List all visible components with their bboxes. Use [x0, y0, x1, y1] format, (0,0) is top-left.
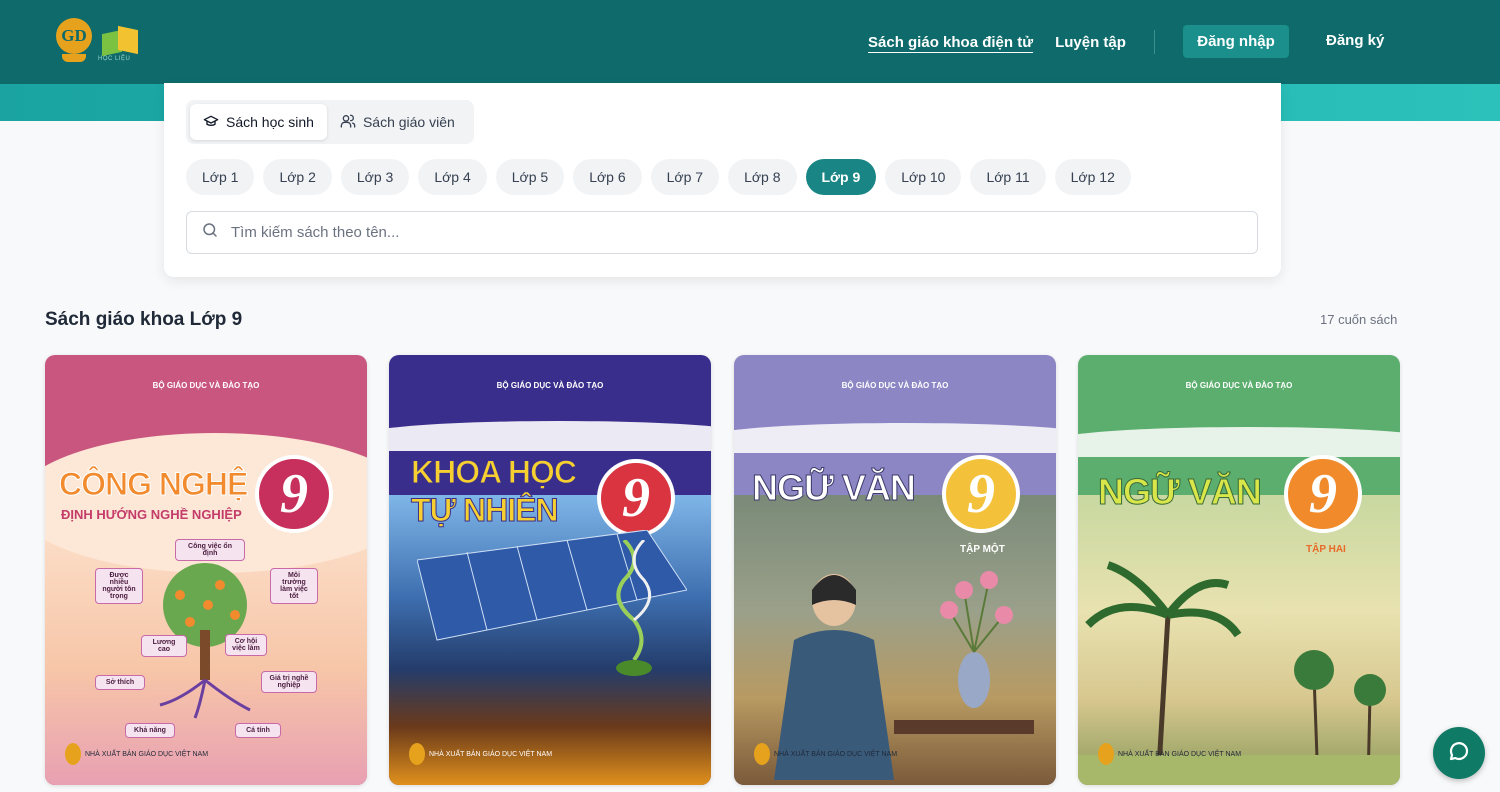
graduation-cap-icon	[203, 113, 219, 132]
cover-label: Sở thích	[95, 675, 145, 690]
section-title: Sách giáo khoa Lớp 9	[45, 309, 243, 330]
book-count: 17 cuốn sách	[1320, 312, 1398, 327]
login-button[interactable]: Đăng nhập	[1183, 25, 1289, 58]
cover-label: Lương cao	[141, 635, 187, 657]
cover-label: Môi trường làm việc tốt	[270, 568, 318, 604]
grade-selector: Lớp 1 Lớp 2 Lớp 3 Lớp 4 Lớp 5 Lớp 6 Lớp …	[186, 159, 1131, 195]
tab-student-books[interactable]: Sách học sinh	[190, 104, 327, 140]
grade-chip[interactable]: Lớp 3	[340, 159, 410, 195]
register-link[interactable]: Đăng ký	[1326, 32, 1384, 49]
grade-badge: 9	[942, 455, 1020, 533]
cover-wave	[734, 423, 1056, 453]
nav-divider	[1153, 30, 1155, 54]
book-card[interactable]: BỘ GIÁO DỤC VÀ ĐÀO TẠO KHOA HỌC TỰ NHIÊN…	[389, 355, 711, 785]
grade-chip[interactable]: Lớp 12	[1054, 159, 1131, 195]
cover-label: Cơ hội việc làm	[225, 634, 267, 656]
grade-chip[interactable]: Lớp 6	[573, 159, 642, 195]
book-subtitle: ĐỊNH HƯỚNG NGHỀ NGHIỆP	[61, 507, 242, 522]
publisher-name: NHÀ XUẤT BẢN GIÁO DỤC VIỆT NAM	[774, 750, 898, 758]
publisher-mark: NHÀ XUẤT BẢN GIÁO DỤC VIỆT NAM	[754, 743, 897, 765]
grade-chip[interactable]: Lớp 11	[970, 159, 1046, 195]
book-card[interactable]: BỘ GIÁO DỤC VÀ ĐÀO TẠO NGỮ VĂN 9 TẬP MỘT…	[734, 355, 1056, 785]
book-title: CÔNG NGHỆ	[58, 466, 248, 503]
main-nav: Sách giáo khoa điện tử Luyện tập	[868, 30, 1183, 54]
logo[interactable]: GD HỌC LIỆU	[56, 18, 142, 64]
grade-chip[interactable]: Lớp 7	[650, 159, 720, 195]
grade-chip[interactable]: Lớp 2	[263, 159, 332, 195]
nav-ebooks[interactable]: Sách giáo khoa điện tử	[868, 34, 1033, 51]
book-type-toggle: Sách học sinh Sách giáo viên	[186, 100, 474, 144]
book-title: NGỮ VĂN	[752, 467, 917, 508]
search-icon	[201, 221, 219, 244]
grade-chip[interactable]: Lớp 8	[728, 159, 797, 195]
publisher-mark: NHÀ XUẤT BẢN GIÁO DỤC VIỆT NAM	[409, 743, 552, 765]
nav-practice[interactable]: Luyện tập	[1055, 34, 1126, 51]
cover-label: Khả năng	[125, 723, 175, 738]
grade-badge: 9	[1284, 455, 1362, 533]
gd-logo-icon: GD	[56, 18, 92, 64]
publisher-logo-icon	[1098, 743, 1114, 765]
book-volume: TẬP MỘT	[960, 544, 1005, 555]
grade-badge: 9	[255, 455, 333, 533]
grade-chip[interactable]: Lớp 1	[186, 159, 255, 195]
book-title: NGỮ VĂN	[1098, 471, 1263, 512]
book-ministry: BỘ GIÁO DỤC VÀ ĐÀO TẠO	[496, 381, 604, 390]
chat-bubble-icon	[1447, 739, 1471, 768]
search-box	[186, 211, 1258, 254]
tab-teacher-books[interactable]: Sách giáo viên	[327, 104, 468, 140]
filter-panel: Sách học sinh Sách giáo viên Lớp 1 Lớp 2…	[164, 83, 1281, 277]
hoc-lieu-logo-icon: HỌC LIỆU	[98, 18, 142, 64]
grade-chip[interactable]: Lớp 4	[418, 159, 487, 195]
publisher-name: NHÀ XUẤT BẢN GIÁO DỤC VIỆT NAM	[429, 750, 553, 758]
cover-label: Cá tính	[235, 723, 281, 738]
publisher-name: NHÀ XUẤT BẢN GIÁO DỤC VIỆT NAM	[85, 750, 209, 758]
book-title: KHOA HỌC TỰ NHIÊN	[411, 454, 578, 529]
cover-wave	[1078, 427, 1400, 457]
book-ministry: BỘ GIÁO DỤC VÀ ĐÀO TẠO	[1185, 381, 1293, 390]
publisher-mark: NHÀ XUẤT BẢN GIÁO DỤC VIỆT NAM	[65, 743, 208, 765]
tab-teacher-books-label: Sách giáo viên	[362, 114, 455, 130]
publisher-mark: NHÀ XUẤT BẢN GIÁO DỤC VIỆT NAM	[1098, 743, 1241, 765]
cover-label: Công việc ổn định	[175, 539, 245, 561]
search-input[interactable]	[231, 224, 1131, 241]
grade-badge: 9	[597, 459, 675, 537]
book-ministry: BỘ GIÁO DỤC VÀ ĐÀO TẠO	[152, 381, 260, 390]
cover-label: Giá trị nghề nghiệp	[261, 671, 317, 693]
publisher-logo-icon	[409, 743, 425, 765]
book-ministry: BỘ GIÁO DỤC VÀ ĐÀO TẠO	[841, 381, 949, 390]
publisher-logo-icon	[65, 743, 81, 765]
book-card[interactable]: BỘ GIÁO DỤC VÀ ĐÀO TẠO NGỮ VĂN 9 TẬP HAI…	[1078, 355, 1400, 785]
book-volume: TẬP HAI	[1306, 544, 1346, 555]
tab-student-books-label: Sách học sinh	[226, 114, 314, 130]
grade-chip-selected[interactable]: Lớp 9	[805, 159, 877, 195]
cover-label: Được nhiều người tôn trọng	[95, 568, 143, 604]
publisher-name: NHÀ XUẤT BẢN GIÁO DỤC VIỆT NAM	[1118, 750, 1242, 758]
publisher-logo-icon	[754, 743, 770, 765]
chat-button[interactable]	[1433, 727, 1485, 779]
grade-chip[interactable]: Lớp 5	[495, 159, 565, 195]
book-card[interactable]: BỘ GIÁO DỤC VÀ ĐÀO TẠO CÔNG NGHỆ ĐỊNH HƯ…	[45, 355, 367, 785]
dna-plant-icon	[616, 540, 652, 676]
users-icon	[340, 113, 356, 132]
cover-wave	[389, 421, 711, 451]
grade-chip[interactable]: Lớp 10	[885, 159, 962, 195]
